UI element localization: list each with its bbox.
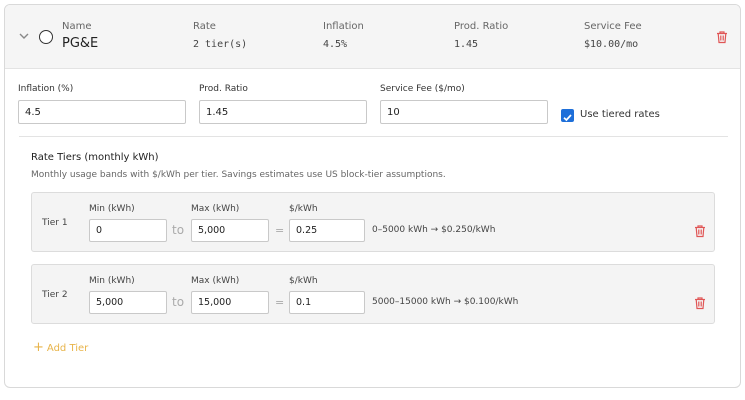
select-radio[interactable] [39, 30, 53, 44]
tier-max-input[interactable] [191, 291, 269, 314]
tier-label: Tier 1 [42, 218, 68, 228]
fee-label: Service Fee ($/mo) [380, 84, 465, 94]
header-rate: Rate 2 tier(s) [193, 21, 247, 50]
header-rate-label: Rate [193, 21, 216, 32]
header-name: Name PG&E [62, 21, 98, 51]
tier-eq-text: = [275, 224, 285, 237]
section-divider [19, 136, 728, 137]
add-tier-button[interactable]: + Add Tier [33, 340, 88, 355]
header-ratio-value: 1.45 [454, 39, 479, 50]
tier-rate-input[interactable] [289, 219, 365, 242]
tier-max-label: Max (kWh) [191, 204, 240, 214]
header-rate-value: 2 tier(s) [193, 39, 248, 50]
tier-rate-input[interactable] [289, 291, 365, 314]
delete-tier-trash-icon[interactable] [693, 296, 707, 310]
tiered-checkbox[interactable] [561, 109, 574, 122]
tier-eq-text: = [275, 296, 285, 309]
utility-card: Name PG&E Rate 2 tier(s) Inflation 4.5% … [4, 4, 741, 388]
tier-rate-label: $/kWh [289, 204, 318, 214]
tier-rate-label: $/kWh [289, 276, 318, 286]
delete-utility-trash-icon[interactable] [715, 30, 729, 44]
header-fee-label: Service Fee [584, 21, 642, 32]
tiers-title: Rate Tiers (monthly kWh) [31, 152, 159, 163]
tier-row: Tier 2 Min (kWh) to Max (kWh) = $/kWh 50… [31, 264, 715, 324]
tier-max-label: Max (kWh) [191, 276, 240, 286]
delete-tier-trash-icon[interactable] [693, 224, 707, 238]
tier-max-input[interactable] [191, 219, 269, 242]
tier-row: Tier 1 Min (kWh) to Max (kWh) = $/kWh 0–… [31, 192, 715, 252]
tier-min-label: Min (kWh) [89, 276, 135, 286]
plus-icon: + [33, 340, 44, 355]
inflation-input[interactable] [18, 100, 186, 124]
tier-min-label: Min (kWh) [89, 204, 135, 214]
header-inflation-label: Inflation [323, 21, 364, 32]
tier-summary: 0–5000 kWh → $0.250/kWh [372, 225, 496, 235]
ratio-label: Prod. Ratio [199, 84, 248, 94]
fee-input[interactable] [380, 100, 548, 124]
header-fee: Service Fee $10.00/mo [584, 21, 642, 50]
header-name-value: PG&E [62, 36, 99, 51]
tier-summary: 5000–15000 kWh → $0.100/kWh [372, 297, 519, 307]
header-name-label: Name [62, 21, 92, 32]
tier-to-text: to [172, 295, 185, 309]
chevron-down-icon[interactable] [17, 29, 31, 43]
header-ratio: Prod. Ratio 1.45 [454, 21, 508, 50]
tier-min-input[interactable] [89, 219, 167, 242]
header-inflation-value: 4.5% [323, 39, 348, 50]
header-ratio-label: Prod. Ratio [454, 21, 509, 32]
add-tier-label: Add Tier [46, 343, 89, 354]
header-fee-value: $10.00/mo [584, 39, 639, 50]
header-inflation: Inflation 4.5% [323, 21, 364, 50]
utility-header[interactable]: Name PG&E Rate 2 tier(s) Inflation 4.5% … [5, 5, 740, 69]
ratio-input[interactable] [199, 100, 367, 124]
tier-min-input[interactable] [89, 291, 167, 314]
tier-to-text: to [172, 223, 185, 237]
tiers-description: Monthly usage bands with $/kWh per tier.… [31, 170, 446, 180]
tier-label: Tier 2 [42, 290, 68, 300]
inflation-label: Inflation (%) [18, 84, 74, 94]
checkmark-icon [563, 114, 572, 122]
tiered-label: Use tiered rates [580, 109, 660, 120]
